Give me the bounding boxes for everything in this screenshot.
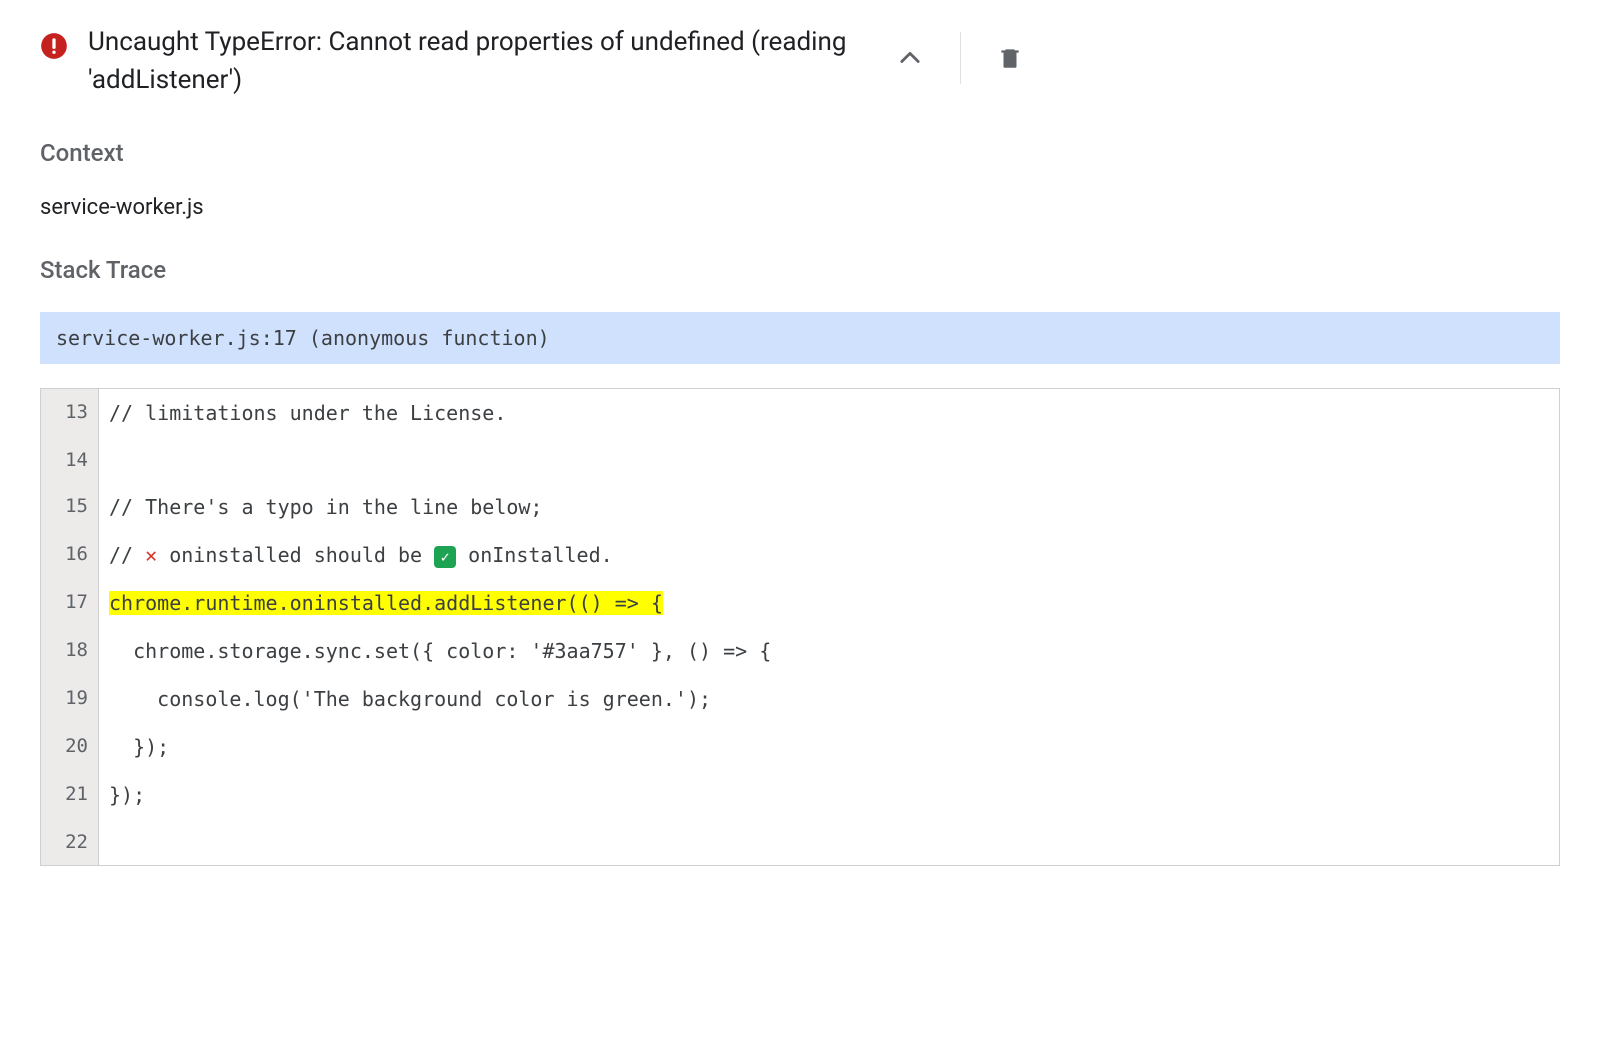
- divider: [960, 32, 961, 84]
- line-number: 17: [41, 579, 99, 627]
- context-file: service-worker.js: [40, 195, 1560, 220]
- code-line: 18 chrome.storage.sync.set({ color: '#3a…: [41, 627, 1559, 675]
- code-content: [99, 437, 1559, 483]
- line-number: 21: [41, 771, 99, 819]
- collapse-button[interactable]: [888, 36, 932, 80]
- code-content: // ✕ oninstalled should be ✓ onInstalled…: [99, 531, 1559, 579]
- code-content: });: [99, 771, 1559, 819]
- code-content: chrome.storage.sync.set({ color: '#3aa75…: [99, 627, 1559, 675]
- code-line: 16 // ✕ oninstalled should be ✓ onInstal…: [41, 531, 1559, 579]
- context-heading: Context: [40, 139, 1560, 167]
- code-content: });: [99, 723, 1559, 771]
- line-number: 22: [41, 819, 99, 865]
- code-content: // limitations under the License.: [99, 389, 1559, 437]
- line-number: 19: [41, 675, 99, 723]
- code-line: 15 // There's a typo in the line below;: [41, 483, 1559, 531]
- line-number: 16: [41, 531, 99, 579]
- code-line: 22: [41, 819, 1559, 865]
- code-line-highlighted: 17 chrome.runtime.oninstalled.addListene…: [41, 579, 1559, 627]
- code-content: chrome.runtime.oninstalled.addListener((…: [99, 579, 1559, 627]
- stack-frame[interactable]: service-worker.js:17 (anonymous function…: [40, 312, 1560, 364]
- cross-icon: ✕: [145, 543, 157, 567]
- code-content: [99, 819, 1559, 865]
- chevron-up-icon: [896, 44, 924, 72]
- error-header: Uncaught TypeError: Cannot read properti…: [40, 24, 1560, 99]
- line-number: 14: [41, 437, 99, 483]
- line-number: 18: [41, 627, 99, 675]
- error-title: Uncaught TypeError: Cannot read properti…: [88, 24, 868, 99]
- trash-icon: [997, 45, 1023, 71]
- stack-trace-heading: Stack Trace: [40, 256, 1560, 284]
- line-number: 20: [41, 723, 99, 771]
- code-line: 21 });: [41, 771, 1559, 819]
- header-actions: [888, 24, 1031, 84]
- line-number: 15: [41, 483, 99, 531]
- code-line: 13 // limitations under the License.: [41, 389, 1559, 437]
- code-content: console.log('The background color is gre…: [99, 675, 1559, 723]
- line-number: 13: [41, 389, 99, 437]
- delete-button[interactable]: [989, 37, 1031, 79]
- code-content: // There's a typo in the line below;: [99, 483, 1559, 531]
- code-viewer: 13 // limitations under the License. 14 …: [40, 388, 1560, 866]
- error-icon: [40, 32, 68, 60]
- code-line: 19 console.log('The background color is …: [41, 675, 1559, 723]
- code-line: 14: [41, 437, 1559, 483]
- check-icon: ✓: [434, 546, 456, 568]
- code-line: 20 });: [41, 723, 1559, 771]
